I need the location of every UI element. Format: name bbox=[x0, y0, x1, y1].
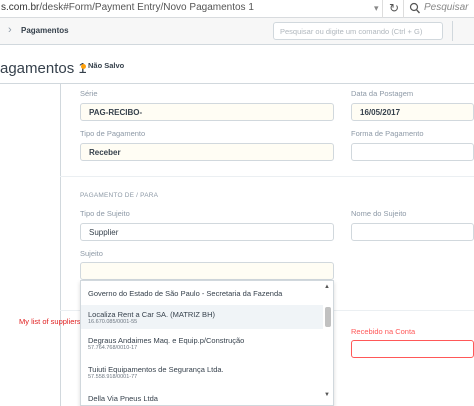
party-type-label: Tipo de Sujeito bbox=[80, 209, 130, 218]
dropdown-option[interactable]: Della Via Pneus Ltda bbox=[81, 389, 323, 405]
page-title: agamentos 1 bbox=[0, 60, 87, 77]
unsaved-indicator-dot bbox=[81, 64, 86, 69]
awesome-search-input[interactable] bbox=[273, 22, 443, 40]
chevron-right-icon: › bbox=[8, 24, 12, 36]
search-icon[interactable] bbox=[409, 1, 421, 15]
url-divider bbox=[403, 0, 404, 18]
url-divider bbox=[382, 0, 383, 18]
posting-date-label: Data da Postagem bbox=[351, 89, 414, 98]
option-name: Tuiuti Equipamentos de Segurança Ltda. bbox=[88, 365, 224, 374]
received-account-field[interactable] bbox=[351, 340, 474, 358]
reload-icon[interactable]: ↻ bbox=[389, 1, 399, 15]
serie-field[interactable]: PAG-RECIBO- bbox=[80, 103, 334, 121]
party-section-title: PAGAMENTO DE / PARA bbox=[80, 192, 159, 199]
scroll-up-icon[interactable]: ▲ bbox=[324, 284, 330, 290]
party-name-label: Nome do Sujeito bbox=[351, 209, 407, 218]
posting-date-field[interactable]: 16/05/2017 bbox=[351, 103, 474, 121]
dropdown-option[interactable]: Localiza Rent a Car SA. (MATRIZ BH) 16.6… bbox=[81, 305, 323, 329]
serie-label: Série bbox=[80, 89, 98, 98]
option-name: Della Via Pneus Ltda bbox=[88, 394, 158, 403]
url-path: /desk#Form/Payment Entry/Novo Pagamentos… bbox=[39, 2, 254, 13]
status-indicator: Não Salvo bbox=[88, 61, 125, 70]
scrollbar-thumb[interactable] bbox=[325, 307, 331, 327]
app-navbar: › Pagamentos bbox=[0, 18, 474, 45]
option-name: Governo do Estado de São Paulo - Secreta… bbox=[88, 289, 283, 298]
dropdown-option[interactable]: Tuiuti Equipamentos de Segurança Ltda. 5… bbox=[81, 360, 323, 384]
option-name: Localiza Rent a Car SA. (MATRIZ BH) bbox=[88, 310, 215, 319]
option-tax-id: 57.764.768/0010-17 bbox=[88, 345, 138, 351]
payment-method-label: Forma de Pagamento bbox=[351, 129, 424, 138]
annotation-label: My list of suppliers bbox=[19, 317, 81, 326]
section-divider bbox=[60, 176, 474, 177]
browser-url-bar[interactable]: s.com.br/desk#Form/Payment Entry/Novo Pa… bbox=[0, 0, 474, 18]
received-account-label: Recebido na Conta bbox=[351, 327, 416, 336]
option-name: Degraus Andaimes Maq. e Equip.p/Construç… bbox=[88, 336, 245, 345]
party-label: Sujeito bbox=[80, 249, 103, 258]
option-tax-id: 16.670.085/0001-55 bbox=[88, 319, 138, 325]
option-tax-id: 57.558.918/0001-77 bbox=[88, 374, 138, 380]
party-name-field[interactable] bbox=[351, 223, 474, 241]
party-field[interactable] bbox=[80, 262, 334, 280]
supplier-dropdown[interactable]: Governo do Estado de São Paulo - Secreta… bbox=[80, 280, 334, 406]
payment-method-field[interactable] bbox=[351, 143, 474, 161]
url-dropdown-icon[interactable]: ▾ bbox=[374, 3, 379, 14]
dropdown-option[interactable]: Degraus Andaimes Maq. e Equip.p/Construç… bbox=[81, 331, 323, 355]
scroll-down-icon[interactable]: ▼ bbox=[324, 392, 330, 398]
navbar-divider bbox=[452, 21, 453, 41]
party-type-field[interactable]: Supplier bbox=[80, 223, 334, 241]
payment-type-label: Tipo de Pagamento bbox=[80, 129, 146, 138]
breadcrumb-pagamentos[interactable]: Pagamentos bbox=[21, 26, 69, 35]
dropdown-option[interactable]: Governo do Estado de São Paulo - Secreta… bbox=[81, 281, 323, 305]
browser-search-field[interactable]: Pesquisar bbox=[424, 2, 468, 13]
url-host: s.com.br bbox=[1, 2, 40, 13]
url-text[interactable]: s.com.br/desk#Form/Payment Entry/Novo Pa… bbox=[1, 2, 254, 13]
payment-type-select[interactable]: Receber bbox=[80, 143, 334, 161]
